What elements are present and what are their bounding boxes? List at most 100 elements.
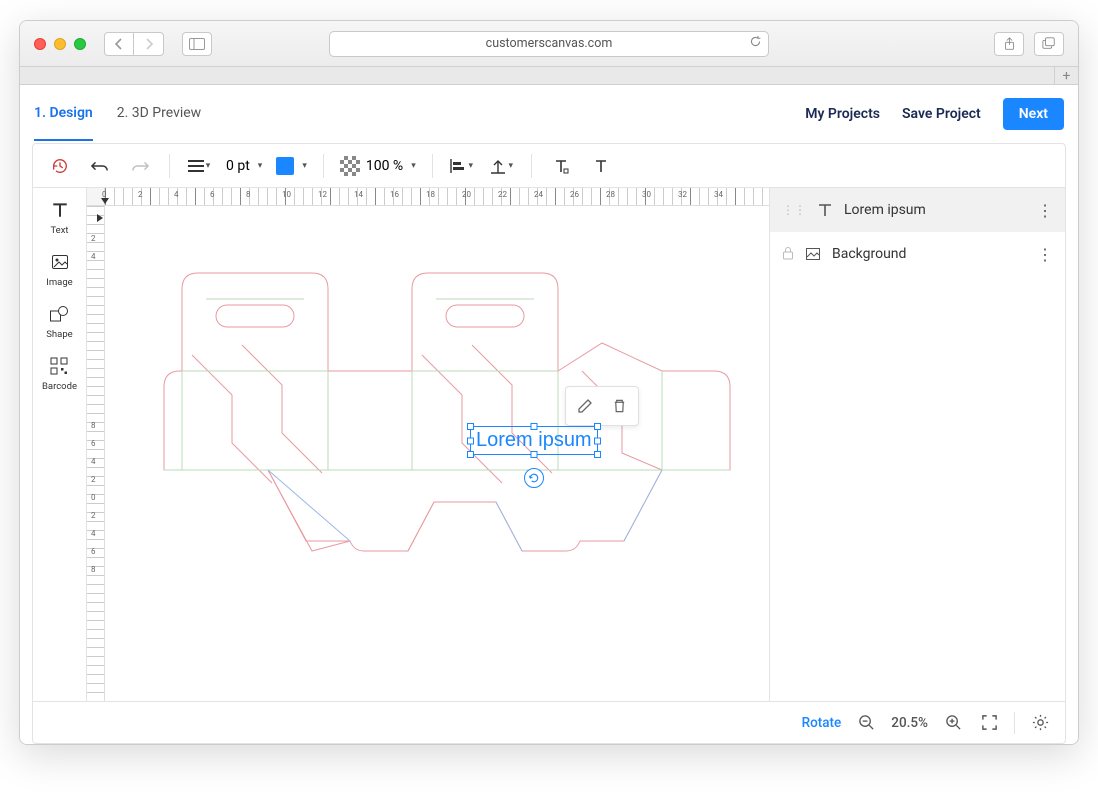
back-button[interactable]	[104, 32, 134, 56]
save-project-link[interactable]: Save Project	[902, 106, 981, 122]
tab-design[interactable]: 1. Design	[34, 87, 93, 141]
history-button[interactable]	[43, 149, 77, 183]
share-button[interactable]	[994, 32, 1024, 56]
tool-label: Shape	[46, 329, 72, 340]
delete-button[interactable]	[606, 393, 632, 419]
toolbar-separator	[323, 154, 324, 178]
tab-3d-preview[interactable]: 2. 3D Preview	[117, 87, 201, 141]
edit-button[interactable]	[572, 393, 598, 419]
ruler-v-labels: 24864202468	[91, 206, 103, 701]
tabs-button[interactable]	[1034, 32, 1064, 56]
chevron-down-icon: ▾	[468, 161, 473, 171]
resize-handle-bl[interactable]	[467, 451, 474, 458]
url-text: customerscanvas.com	[486, 36, 613, 51]
toolbar-separator	[531, 154, 532, 178]
fullscreen-button[interactable]	[978, 712, 1000, 734]
url-bar[interactable]: customerscanvas.com	[329, 31, 769, 57]
selected-text-object[interactable]: Lorem ipsum	[472, 428, 596, 453]
zoom-in-button[interactable]	[942, 712, 964, 734]
chevron-down-icon: ▾	[411, 161, 416, 171]
distribute-button[interactable]: ▾	[485, 149, 519, 183]
resize-handle-rm[interactable]	[594, 437, 601, 444]
shape-icon	[47, 302, 71, 326]
layers-panel: ⋮⋮ Lorem ipsum ⋮ Background ⋮	[769, 188, 1065, 701]
toolbar-separator	[169, 154, 170, 178]
forward-button[interactable]	[134, 32, 164, 56]
layer-more-button[interactable]: ⋮	[1037, 245, 1053, 264]
my-projects-link[interactable]: My Projects	[805, 106, 880, 122]
resize-handle-tm[interactable]	[530, 423, 537, 430]
dieline-artwork	[122, 233, 742, 603]
tool-barcode[interactable]: Barcode	[42, 354, 77, 392]
work-area: Text Image Shape Barcode	[33, 188, 1065, 701]
resize-handle-br[interactable]	[594, 451, 601, 458]
rotate-handle[interactable]	[524, 468, 544, 488]
browser-tab-row: +	[20, 67, 1078, 85]
ruler-h-marker	[101, 198, 109, 204]
opacity-combo[interactable]: 100 % ▾	[336, 156, 420, 176]
browser-window: customerscanvas.com + 1. Design 2. 3D Pr…	[19, 20, 1079, 745]
layer-more-button[interactable]: ⋮	[1037, 201, 1053, 220]
layer-name: Lorem ipsum	[844, 202, 926, 218]
status-separator	[1014, 712, 1015, 734]
chevron-down-icon: ▾	[302, 161, 307, 171]
resize-handle-lm[interactable]	[467, 437, 474, 444]
text-format-button[interactable]	[584, 149, 618, 183]
toolbar: ▾ 0 pt ▾ ▾ 100 % ▾ ▾	[33, 144, 1065, 188]
app-tabs: 1. Design 2. 3D Preview	[34, 87, 201, 141]
chevron-down-icon: ▾	[206, 161, 211, 171]
refresh-icon[interactable]	[749, 35, 762, 52]
next-button[interactable]: Next	[1003, 98, 1064, 130]
sidebar-toggle-button[interactable]	[182, 32, 212, 56]
text-style-button[interactable]	[544, 149, 578, 183]
app-body: ▾ 0 pt ▾ ▾ 100 % ▾ ▾	[32, 143, 1066, 744]
layer-row[interactable]: ⋮⋮ Lorem ipsum ⋮	[770, 188, 1065, 232]
color-picker[interactable]: ▾	[272, 157, 311, 175]
drag-handle-icon[interactable]: ⋮⋮	[782, 203, 806, 217]
left-tool-panel: Text Image Shape Barcode	[33, 188, 87, 701]
toolbar-separator	[432, 154, 433, 178]
chevron-down-icon: ▾	[508, 161, 513, 171]
rotate-link[interactable]: Rotate	[802, 715, 842, 731]
ruler-horizontal	[105, 188, 769, 206]
lock-icon	[782, 246, 794, 263]
barcode-icon	[47, 354, 71, 378]
selection-box	[470, 426, 598, 455]
text-layer-icon	[816, 201, 834, 219]
context-toolbar	[565, 386, 639, 426]
text-icon	[48, 198, 72, 222]
maximize-window-button[interactable]	[74, 38, 86, 50]
color-swatch	[276, 157, 294, 175]
tab-label: 2. 3D Preview	[117, 105, 201, 121]
tool-shape[interactable]: Shape	[46, 302, 72, 340]
resize-handle-tl[interactable]	[467, 423, 474, 430]
stroke-width-value: 0 pt	[226, 158, 250, 174]
tool-label: Image	[46, 277, 72, 288]
tool-image[interactable]: Image	[46, 250, 72, 288]
zoom-value: 20.5%	[891, 715, 928, 731]
canvas[interactable]: 0246810121416182022242628303234 24864202…	[87, 188, 769, 701]
undo-button[interactable]	[83, 149, 117, 183]
align-button[interactable]: ▾	[445, 149, 479, 183]
stroke-width-combo[interactable]: 0 pt ▾	[222, 158, 266, 174]
new-tab-button[interactable]: +	[1054, 67, 1078, 84]
redo-button[interactable]	[123, 149, 157, 183]
opacity-icon	[340, 156, 360, 176]
stroke-style-button[interactable]: ▾	[182, 149, 216, 183]
close-window-button[interactable]	[34, 38, 46, 50]
tab-label: 1. Design	[34, 105, 93, 121]
resize-handle-tr[interactable]	[594, 423, 601, 430]
tool-label: Text	[50, 225, 68, 236]
ruler-v-marker	[97, 214, 103, 222]
status-bar: Rotate 20.5%	[33, 701, 1065, 743]
zoom-out-button[interactable]	[855, 712, 877, 734]
browser-title-bar: customerscanvas.com	[20, 21, 1078, 67]
layer-row[interactable]: Background ⋮	[770, 232, 1065, 276]
settings-button[interactable]	[1029, 712, 1051, 734]
traffic-lights	[34, 38, 86, 50]
tool-label: Barcode	[42, 381, 77, 392]
resize-handle-bm[interactable]	[530, 451, 537, 458]
tool-text[interactable]: Text	[48, 198, 72, 236]
image-layer-icon	[804, 245, 822, 263]
minimize-window-button[interactable]	[54, 38, 66, 50]
